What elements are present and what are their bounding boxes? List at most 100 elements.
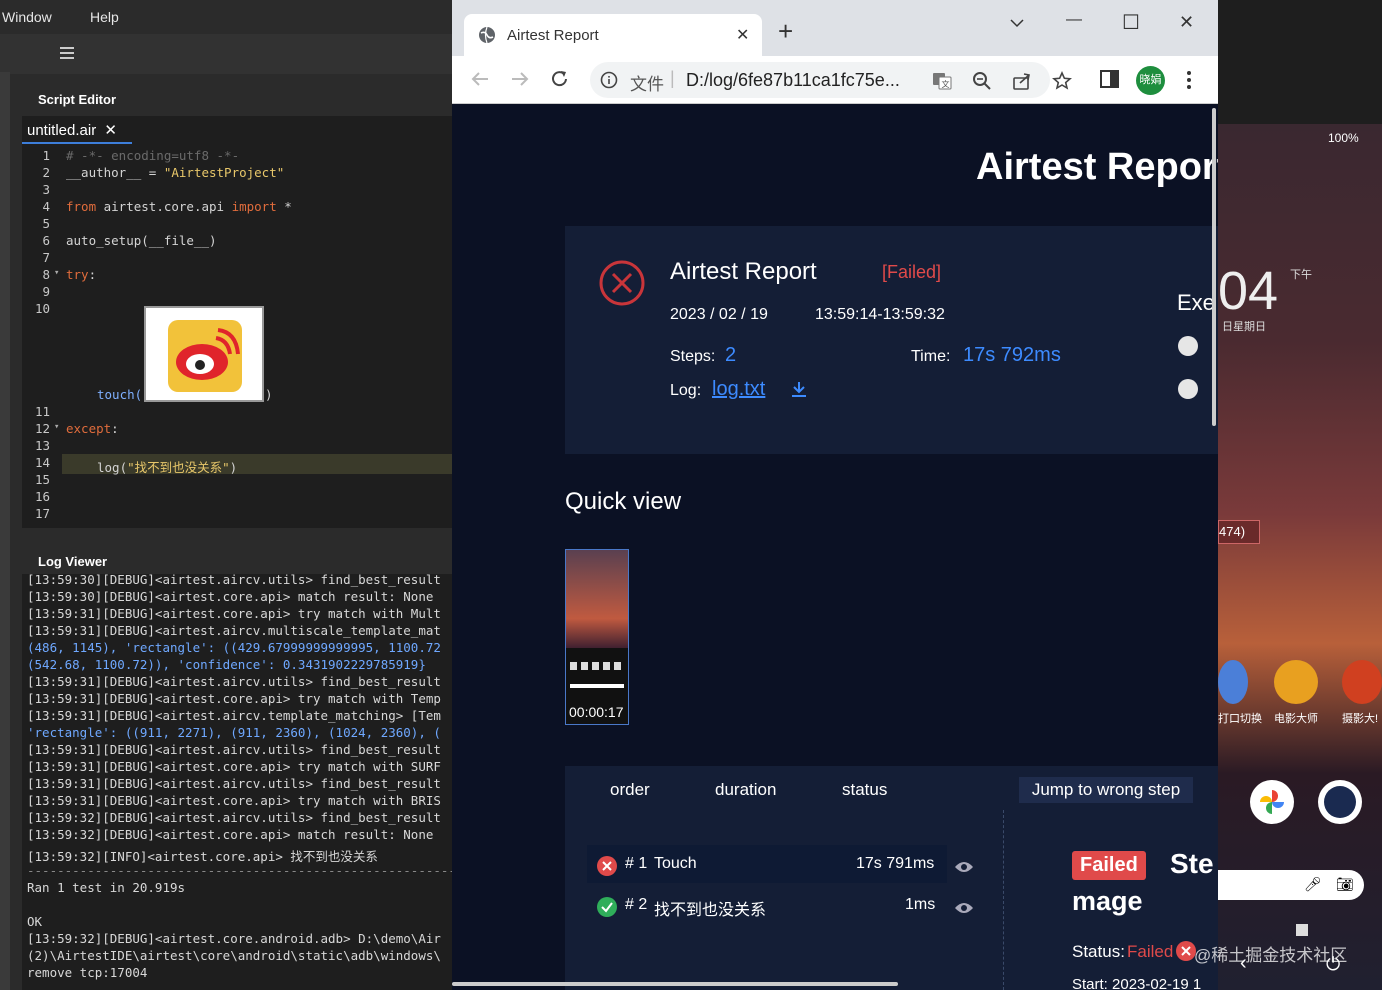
log-viewer[interactable]: [13:59:30][DEBUG]<airtest.aircv.utils> f… [22, 574, 452, 990]
maximize-button[interactable]: ☐ [1122, 10, 1140, 35]
browser-tab[interactable]: Airtest Report ✕ [464, 14, 762, 56]
mic-icon[interactable]: 🎤︎ [1304, 876, 1322, 893]
scrollbar-thumb[interactable] [1212, 108, 1216, 426]
line-number: 16 [34, 489, 50, 504]
failed-icon [599, 260, 645, 306]
clock-day: 日星期日 [1222, 321, 1266, 333]
fold-arrow-icon[interactable]: ▾ [54, 268, 59, 278]
step-row[interactable]: # 2 找不到也没关系 1ms [587, 886, 947, 924]
battery-status: 100% [1328, 131, 1359, 145]
line-number: 6 [42, 233, 50, 248]
line-number: 9 [42, 284, 50, 299]
menu-icon[interactable] [60, 47, 74, 59]
file-tab-label: untitled.air [27, 122, 97, 139]
file-tab[interactable]: untitled.air ✕ [22, 116, 132, 144]
line-number: 12 [34, 421, 50, 436]
line-number: 13 [34, 438, 50, 453]
code-line-1: # -*- encoding=utf8 -*- [66, 148, 240, 163]
translate-icon[interactable]: 文 [932, 71, 952, 91]
weibo-template-image[interactable] [144, 306, 264, 402]
menu-window[interactable]: Window [2, 9, 52, 25]
forward-icon[interactable] [510, 70, 530, 88]
log-link[interactable]: log.txt [712, 378, 765, 401]
close-icon[interactable]: ✕ [104, 122, 117, 139]
code-touch-call: touch( [97, 387, 143, 402]
code-token: except [66, 421, 112, 436]
pinwheel-icon [1260, 790, 1284, 814]
new-tab-button[interactable]: + [778, 18, 793, 44]
code-token: ) [229, 460, 238, 475]
app-icon-movie-master[interactable] [1274, 660, 1318, 704]
address-bar[interactable]: 文件 | D:/log/6fe87b11ca1fc75e... 文 [590, 62, 1072, 98]
url-scheme-label: 文件 [630, 75, 664, 94]
column-order[interactable]: order [610, 780, 650, 800]
watermark: @稀土掘金技术社区 [1194, 946, 1348, 965]
code-line-14: log("找不到也没关系") [97, 457, 237, 476]
profile-avatar[interactable]: 晓娟 [1136, 66, 1165, 95]
panel-divider [1003, 810, 1004, 990]
sidebar-icon[interactable] [1100, 70, 1120, 88]
log-line: [13:59:31][DEBUG]<airtest.core.api> try … [27, 793, 441, 808]
step-row[interactable]: # 1 Touch 17s 791ms [587, 845, 947, 883]
step-duration: 17s 791ms [856, 855, 935, 872]
info-icon[interactable] [600, 71, 618, 89]
code-token: "找不到也没关系" [127, 460, 230, 475]
recents-icon[interactable] [1296, 924, 1308, 936]
script-editor-title: Script Editor [22, 82, 452, 116]
star-icon[interactable] [1052, 71, 1072, 91]
fold-arrow-icon[interactable]: ▾ [54, 422, 59, 432]
phone-search-bar[interactable]: 🎤︎ 📷︎ [1218, 870, 1364, 900]
minimize-button[interactable]: — [1066, 11, 1082, 29]
lens-icon[interactable]: 📷︎ [1336, 876, 1354, 893]
photos-app-icon[interactable] [1250, 780, 1294, 824]
back-icon[interactable] [470, 70, 490, 88]
share-icon[interactable] [1012, 71, 1032, 91]
code-token: import [231, 199, 277, 214]
download-icon[interactable] [790, 380, 808, 398]
code-token: : [88, 267, 97, 282]
app-icon-switch[interactable] [1218, 660, 1248, 704]
tab-title: Airtest Report [507, 27, 599, 44]
tab-close-icon[interactable]: ✕ [736, 25, 749, 45]
log-line: [13:59:32][DEBUG]<airtest.core.api> matc… [27, 827, 434, 842]
steps-value: 2 [725, 344, 737, 366]
code-token: : [111, 421, 119, 436]
step-failed-icon [597, 856, 617, 876]
log-line: [13:59:31][DEBUG]<airtest.aircv.utils> f… [27, 674, 441, 689]
eye-icon[interactable] [954, 860, 974, 874]
close-window-button[interactable]: ✕ [1179, 12, 1194, 33]
line-number: 8 [42, 267, 50, 282]
column-status[interactable]: status [842, 780, 887, 800]
device-screen[interactable]: 100% 04 下午 日星期日 474) 打口切换 电影大师 摄影大! 🎤︎ 📷… [1218, 124, 1382, 990]
line-number: 17 [34, 506, 50, 521]
code-token: try [66, 267, 89, 282]
reload-icon[interactable] [550, 69, 570, 89]
log-line: 'rectangle': ((911, 2271), (911, 2360), … [27, 725, 441, 740]
zoom-icon[interactable] [972, 71, 992, 91]
app-icon-camera[interactable] [1342, 660, 1382, 704]
eye-icon[interactable] [954, 901, 974, 915]
detail-failed-icon [1176, 941, 1196, 961]
radio-dot[interactable] [1178, 379, 1198, 399]
report-page: Airtest Report Airtest Report [Failed] 2… [452, 104, 1218, 990]
log-viewer-title: Log Viewer [22, 540, 452, 574]
browser-toolbar: 文件 | D:/log/6fe87b11ca1fc75e... 文 晓娟 [452, 56, 1218, 104]
log-line: [13:59:30][DEBUG]<airtest.core.api> matc… [27, 589, 434, 604]
menu-help[interactable]: Help [90, 9, 119, 25]
lens-app-icon[interactable] [1318, 780, 1362, 824]
radio-dot[interactable] [1178, 336, 1198, 356]
app-label: 打口切换 [1218, 713, 1262, 725]
detail-failed-badge: Failed [1072, 851, 1146, 880]
horizontal-scrollbar-thumb[interactable] [452, 982, 898, 986]
quick-view-thumbnail[interactable]: 00:00:17 [565, 549, 629, 725]
log-line: [13:59:31][DEBUG]<airtest.aircv.utils> f… [27, 742, 441, 757]
line-number: 15 [34, 472, 50, 487]
jump-to-wrong-step-button[interactable]: Jump to wrong step [1019, 777, 1193, 803]
chevron-down-icon[interactable] [1010, 18, 1024, 28]
kebab-menu-icon[interactable] [1186, 70, 1192, 90]
line-number: 3 [42, 182, 50, 197]
log-line: (2)\AirtestIDE\airtest\core\android\stat… [27, 948, 441, 963]
code-line-8: try: [66, 267, 96, 282]
column-duration[interactable]: duration [715, 780, 776, 800]
time-value: 17s 792ms [963, 344, 1061, 366]
